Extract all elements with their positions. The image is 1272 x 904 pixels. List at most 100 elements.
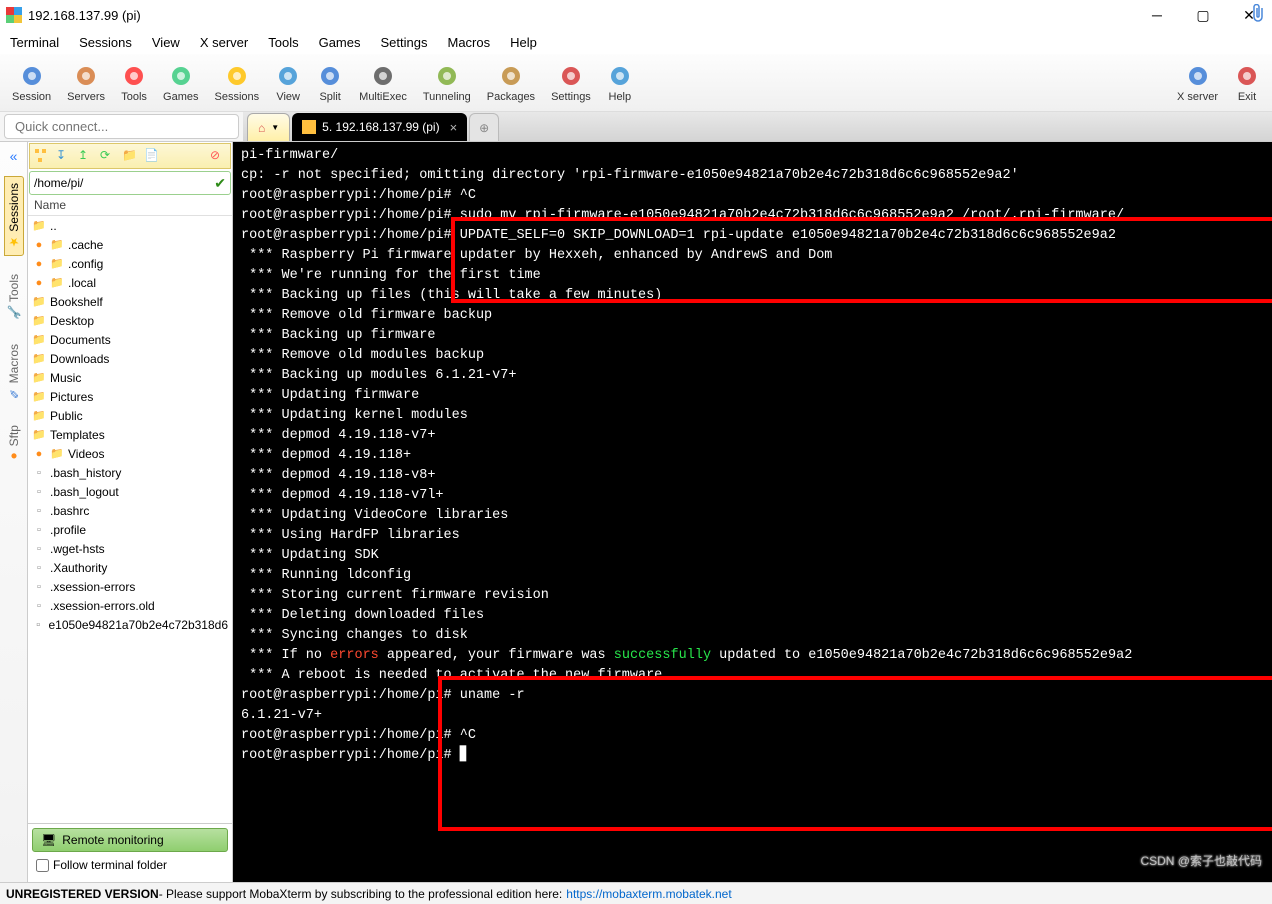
follow-terminal-checkbox[interactable]: Follow terminal folder	[32, 852, 228, 878]
folder-icon: 📁	[32, 314, 46, 328]
terminal-line: *** A reboot is needed to activate the n…	[241, 666, 1264, 686]
session-icon	[19, 63, 45, 89]
file-item[interactable]: 📁Desktop	[28, 311, 232, 330]
unregistered-label: UNREGISTERED VERSION	[6, 887, 159, 901]
minimize-button[interactable]: ─	[1134, 0, 1180, 30]
file-item[interactable]: 📁..	[28, 216, 232, 235]
file-item[interactable]: ▫.bash_history	[28, 463, 232, 482]
indicator-icon: ●	[32, 447, 46, 461]
terminal-line: *** Remove old modules backup	[241, 346, 1264, 366]
toolbar-settings[interactable]: Settings	[543, 63, 599, 103]
file-item[interactable]: ▫.xsession-errors.old	[28, 596, 232, 615]
new-file-icon[interactable]: 📄	[144, 148, 160, 164]
plus-icon: ⊕	[479, 121, 489, 135]
status-message: - Please support MobaXterm by subscribin…	[159, 887, 563, 901]
toolbar-view[interactable]: View	[267, 63, 309, 103]
menu-sessions[interactable]: Sessions	[69, 31, 142, 54]
toolbar-session[interactable]: Session	[4, 63, 59, 103]
quick-connect-input[interactable]	[4, 114, 239, 139]
file-item[interactable]: ▫e1050e94821a70b2e4c72b318d6	[28, 615, 232, 634]
delete-icon[interactable]: ⊘	[210, 148, 226, 164]
terminal-line: *** We're running for the first time	[241, 266, 1264, 286]
terminal-line: root@raspberrypi:/home/pi# ^C	[241, 726, 1264, 746]
menu-macros[interactable]: Macros	[437, 31, 500, 54]
sftp-path-bar[interactable]: /home/pi/ ✔	[29, 171, 231, 195]
file-item[interactable]: 📁Bookshelf	[28, 292, 232, 311]
side-tab-sftp[interactable]: ● Sftp	[5, 419, 23, 470]
menu-settings[interactable]: Settings	[371, 31, 438, 54]
file-item[interactable]: ●📁Videos	[28, 444, 232, 463]
session-tab-active[interactable]: 5. 192.168.137.99 (pi) ×	[292, 113, 467, 141]
sftp-path-text: /home/pi/	[34, 176, 214, 190]
file-item[interactable]: 📁Pictures	[28, 387, 232, 406]
split-icon	[317, 63, 343, 89]
terminal-line: *** depmod 4.19.118+	[241, 446, 1264, 466]
terminal-line: *** Deleting downloaded files	[241, 606, 1264, 626]
file-item[interactable]: ●📁.local	[28, 273, 232, 292]
sftp-column-header[interactable]: Name	[28, 196, 232, 216]
terminal-line: *** Syncing changes to disk	[241, 626, 1264, 646]
file-list[interactable]: 📁..●📁.cache●📁.config●📁.local📁Bookshelf📁D…	[28, 216, 232, 823]
toolbar-split[interactable]: Split	[309, 63, 351, 103]
download-icon[interactable]: ↧	[56, 148, 72, 164]
terminal-line: root@raspberrypi:/home/pi# sudo mv rpi-f…	[241, 206, 1264, 226]
collapse-sidebar-icon[interactable]: «	[10, 148, 18, 164]
terminal-line: root@raspberrypi:/home/pi# ▋	[241, 746, 1264, 766]
terminal-line: *** depmod 4.19.118-v7l+	[241, 486, 1264, 506]
file-icon: ▫	[32, 466, 46, 480]
new-folder-icon[interactable]: 📁	[122, 148, 138, 164]
side-tab-sessions[interactable]: ★ Sessions	[4, 176, 24, 256]
home-tab[interactable]: ⌂ ▼	[247, 113, 290, 141]
maximize-button[interactable]: ▢	[1180, 0, 1226, 30]
toolbar-packages[interactable]: Packages	[479, 63, 543, 103]
file-item[interactable]: ▫.xsession-errors	[28, 577, 232, 596]
file-item[interactable]: 📁Public	[28, 406, 232, 425]
paperclip-icon[interactable]	[1247, 1, 1269, 27]
tree-icon[interactable]	[34, 148, 50, 164]
toolbar-help[interactable]: Help	[599, 63, 641, 103]
file-item[interactable]: ▫.bashrc	[28, 501, 232, 520]
menu-tools[interactable]: Tools	[258, 31, 308, 54]
toolbar-servers[interactable]: Servers	[59, 63, 113, 103]
file-icon: ▫	[32, 618, 44, 632]
side-tab-strip: « ★ Sessions 🔧 Tools ✎ Macros ● Sftp	[0, 142, 28, 882]
file-item[interactable]: ▫.Xauthority	[28, 558, 232, 577]
file-item[interactable]: ▫.bash_logout	[28, 482, 232, 501]
file-item[interactable]: ●📁.config	[28, 254, 232, 273]
toolbar-xserver[interactable]: X server	[1169, 63, 1226, 103]
file-item[interactable]: ▫.profile	[28, 520, 232, 539]
side-tab-tools[interactable]: 🔧 Tools	[5, 268, 23, 326]
menu-x-server[interactable]: X server	[190, 31, 258, 54]
check-icon: ✔	[214, 175, 226, 192]
tab-close-button[interactable]: ×	[446, 120, 462, 135]
file-icon: ▫	[32, 580, 46, 594]
menu-help[interactable]: Help	[500, 31, 547, 54]
toolbar-sessions[interactable]: Sessions	[207, 63, 268, 103]
toolbar-exit[interactable]: Exit	[1226, 63, 1268, 103]
follow-checkbox-input[interactable]	[36, 859, 49, 872]
upload-icon[interactable]: ↥	[78, 148, 94, 164]
toolbar-multiexec[interactable]: MultiExec	[351, 63, 415, 103]
menu-view[interactable]: View	[142, 31, 190, 54]
file-item[interactable]: 📁Music	[28, 368, 232, 387]
tab-row: ⌂ ▼ 5. 192.168.137.99 (pi) × ⊕	[0, 112, 1272, 142]
toolbar-tunneling[interactable]: Tunneling	[415, 63, 479, 103]
menu-terminal[interactable]: Terminal	[0, 31, 69, 54]
file-item[interactable]: ●📁.cache	[28, 235, 232, 254]
terminal-output[interactable]: pi-firmware/cp: -r not specified; omitti…	[233, 142, 1272, 882]
new-tab-button[interactable]: ⊕	[469, 113, 499, 141]
file-item[interactable]: ▫.wget-hsts	[28, 539, 232, 558]
remote-monitoring-button[interactable]: 🖥 Remote monitoring	[32, 828, 228, 852]
side-tab-macros[interactable]: ✎ Macros	[5, 338, 23, 407]
toolbar-games[interactable]: Games	[155, 63, 206, 103]
refresh-icon[interactable]: ⟳	[100, 148, 116, 164]
file-item[interactable]: 📁Downloads	[28, 349, 232, 368]
menu-games[interactable]: Games	[309, 31, 371, 54]
folder-icon: 📁	[32, 371, 46, 385]
title-bar: 192.168.137.99 (pi) ─ ▢ ✕	[0, 0, 1272, 30]
file-item[interactable]: 📁Documents	[28, 330, 232, 349]
toolbar-tools[interactable]: Tools	[113, 63, 155, 103]
file-item[interactable]: 📁Templates	[28, 425, 232, 444]
status-link[interactable]: https://mobaxterm.mobatek.net	[566, 887, 731, 901]
terminal-pane[interactable]: pi-firmware/cp: -r not specified; omitti…	[233, 142, 1272, 882]
